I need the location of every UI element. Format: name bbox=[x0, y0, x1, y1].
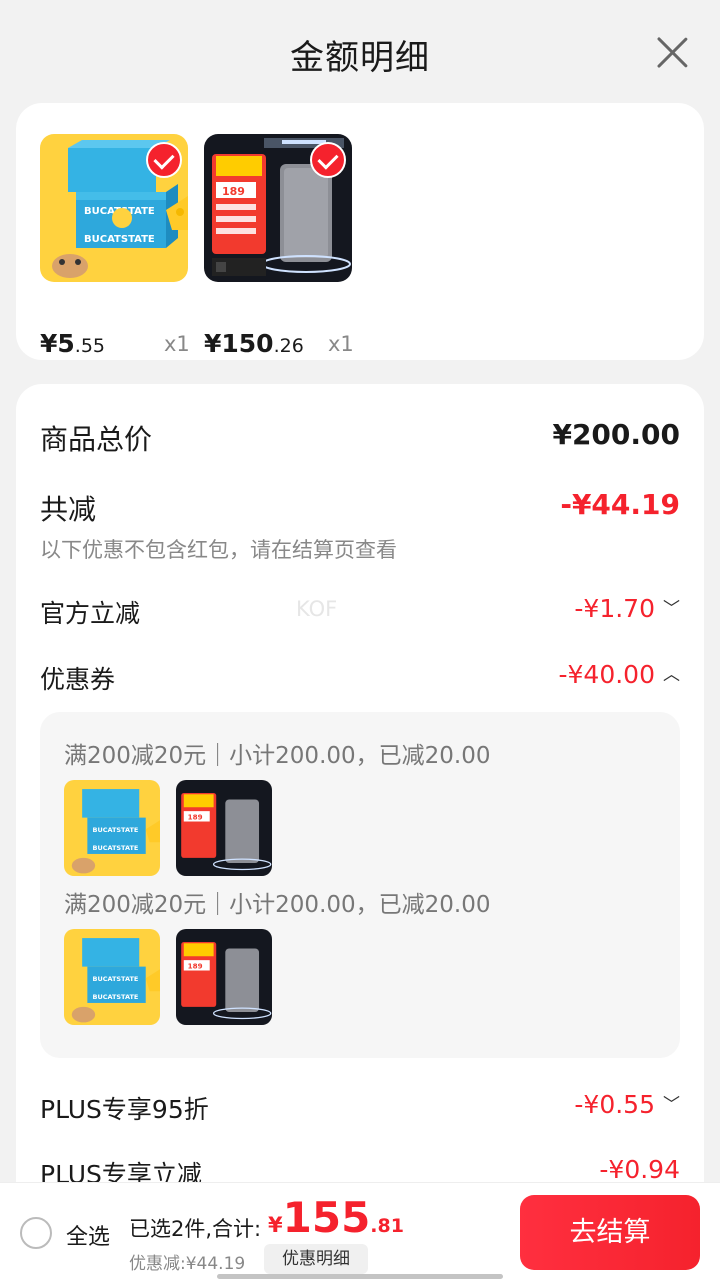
coupon-rule: 满200减20元｜小计200.00，已减20.00 bbox=[64, 892, 491, 918]
goods-price: ¥5.55 bbox=[40, 329, 106, 358]
total-price-label: 商品总价 bbox=[40, 423, 153, 456]
coupon-discount-value: -¥40.00 bbox=[558, 660, 656, 689]
total-reduce-row: 共减 -¥44.19 bbox=[40, 488, 680, 528]
goods-price: ¥150.26 bbox=[204, 329, 304, 358]
selected-goods-card: BUCATSTATE BUCATSTATE ¥5.55 x1 bbox=[16, 103, 704, 360]
svg-text:BUCATSTATE: BUCATSTATE bbox=[93, 826, 139, 834]
plus95-discount-value-group[interactable]: -¥0.55 ﹀ bbox=[574, 1090, 680, 1119]
svg-text:BUCATSTATE: BUCATSTATE bbox=[93, 993, 139, 1001]
close-icon[interactable] bbox=[654, 34, 690, 70]
coupon-discount-value-group[interactable]: -¥40.00 ︿ bbox=[559, 660, 681, 689]
saved-amount-text: 优惠减:¥44.19 bbox=[129, 1254, 246, 1274]
svg-text:BUCATSTATE: BUCATSTATE bbox=[84, 234, 155, 245]
svg-text:BUCATSTATE: BUCATSTATE bbox=[93, 975, 139, 983]
discount-detail-button[interactable]: 优惠明细 bbox=[264, 1244, 368, 1274]
svg-text:189: 189 bbox=[188, 962, 203, 971]
sheet-header: 金额明细 bbox=[0, 0, 720, 104]
total-reduce-value: -¥44.19 bbox=[560, 488, 680, 521]
selected-count-text: 已选2件,合计: bbox=[129, 1217, 262, 1241]
goods-quantity: x1 bbox=[164, 332, 190, 356]
coupon-rule: 满200减20元｜小计200.00，已减20.00 bbox=[64, 743, 491, 769]
checked-icon[interactable] bbox=[310, 142, 346, 178]
price-detail-card: 商品总价 ¥200.00 共减 -¥44.19 以下优惠不包含红包，请在结算页查… bbox=[16, 384, 704, 1283]
cheese-snack-thumbnail: BUCATSTATE BUCATSTATE bbox=[64, 780, 160, 876]
checkout-button[interactable]: 去结算 bbox=[520, 1195, 700, 1270]
total-amount: ¥155.81 bbox=[268, 1193, 404, 1242]
plus95-discount-value: -¥0.55 bbox=[574, 1090, 655, 1119]
total-price-row: 商品总价 ¥200.00 bbox=[40, 418, 680, 458]
reduce-note-row: 以下优惠不包含红包，请在结算页查看 bbox=[40, 534, 680, 564]
official-discount-value: -¥1.70 bbox=[574, 594, 655, 623]
svg-text:189: 189 bbox=[188, 813, 203, 822]
power-bank-thumbnail: 189 bbox=[176, 929, 272, 1025]
amount-detail-sheet: 金额明细 BUCATSTATE BUCATSTATE bbox=[0, 0, 720, 1283]
watermark-text: KOF bbox=[296, 597, 338, 621]
plus95-discount-row[interactable]: PLUS专享95折 -¥0.55 ﹀ bbox=[40, 1090, 680, 1126]
select-all-label[interactable]: 全选 bbox=[66, 1219, 110, 1251]
chevron-down-icon: ﹀ bbox=[663, 1095, 680, 1115]
reduce-note: 以下优惠不包含红包，请在结算页查看 bbox=[40, 538, 397, 562]
sheet-title: 金额明细 bbox=[290, 38, 430, 78]
cheese-snack-thumbnail: BUCATSTATE BUCATSTATE bbox=[64, 929, 160, 1025]
checkout-bar: 全选 已选2件,合计: ¥155.81 优惠减:¥44.19 优惠明细 去结算 bbox=[0, 1183, 720, 1283]
select-all-radio[interactable] bbox=[20, 1217, 52, 1249]
chevron-down-icon: ﹀ bbox=[663, 599, 680, 619]
checked-icon[interactable] bbox=[146, 142, 182, 178]
goods-item-2[interactable]: 189 ¥150.26 x1 bbox=[204, 134, 354, 358]
chevron-up-icon: ︿ bbox=[663, 665, 680, 685]
official-discount-row[interactable]: 官方立减 -¥1.70 ﹀ bbox=[40, 594, 680, 630]
total-price-value: ¥200.00 bbox=[552, 418, 680, 451]
official-discount-label: 官方立减 bbox=[40, 599, 141, 628]
coupon-discount-label: 优惠券 bbox=[40, 665, 116, 694]
home-indicator bbox=[217, 1274, 503, 1279]
coupon-discount-row[interactable]: 优惠券 -¥40.00 ︿ bbox=[40, 660, 680, 696]
svg-text:189: 189 bbox=[222, 185, 245, 198]
power-bank-thumbnail: 189 bbox=[176, 780, 272, 876]
plus95-discount-label: PLUS专享95折 bbox=[40, 1095, 209, 1124]
cheese-snack-product-image: BUCATSTATE BUCATSTATE bbox=[40, 134, 188, 282]
total-reduce-label: 共减 bbox=[40, 493, 97, 526]
power-bank-product-image: 189 bbox=[204, 134, 352, 282]
goods-item-1[interactable]: BUCATSTATE BUCATSTATE ¥5.55 x1 bbox=[40, 134, 190, 358]
plus-direct-discount-value: -¥0.94 bbox=[599, 1155, 680, 1184]
official-discount-value-group[interactable]: -¥1.70 ﹀ bbox=[574, 594, 680, 623]
goods-quantity: x1 bbox=[328, 332, 354, 356]
coupon-detail-box: 满200减20元｜小计200.00，已减20.00 BUCATSTATE BUC… bbox=[40, 712, 680, 1058]
svg-text:BUCATSTATE: BUCATSTATE bbox=[93, 844, 139, 852]
